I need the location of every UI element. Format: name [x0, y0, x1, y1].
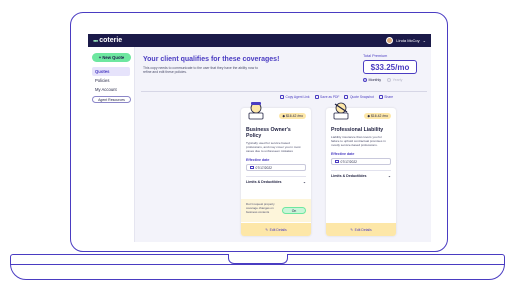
card-price-badge: ◆ $16.42 /mo: [364, 113, 391, 119]
chevron-down-icon: ⌄: [302, 180, 306, 184]
divider: [141, 91, 427, 92]
edit-icon: ✎: [265, 227, 269, 232]
page-subtitle: This copy needs to communicate to the us…: [143, 66, 258, 75]
share-button[interactable]: Share: [378, 95, 394, 99]
coverage-card-bop: ◆ $16.42 /mo Business Owner's Policy Typi…: [241, 102, 311, 236]
frequency-yearly-label: Yearly: [392, 78, 403, 82]
sidebar: + New Quote Quotes Policies My Account A…: [88, 47, 135, 242]
quote-snapshot-button[interactable]: Quote Snapshot: [344, 95, 374, 99]
card-header: ◆ $16.42 /mo: [326, 102, 396, 127]
radio-icon: [387, 78, 392, 83]
logo-text: coterie: [99, 37, 123, 44]
chevron-down-icon: ⌄: [387, 174, 391, 178]
sidebar-item-my-account[interactable]: My Account: [92, 85, 130, 94]
limits-label: Limits & Deductibles: [246, 180, 282, 184]
quote-actions: Copy Agent Link Save as PDF Quote Snapsh…: [280, 95, 393, 99]
top-navbar: ●●● coterie Linda McCoy ⌄: [88, 34, 431, 47]
logo[interactable]: ●●● coterie: [93, 37, 122, 44]
edit-details-label: Edit Details: [354, 227, 372, 232]
chevron-down-icon: ⌄: [422, 38, 426, 43]
effective-date-value: 07/17/2022: [340, 159, 358, 164]
laptop-hinge: [10, 264, 505, 266]
business-owner-icon: [248, 102, 264, 120]
professional-liability-icon: [333, 102, 349, 120]
download-icon: [314, 95, 319, 99]
edit-details-button[interactable]: ✎ Edit Details: [241, 223, 311, 236]
user-name: Linda McCoy: [396, 38, 420, 43]
save-pdf-button[interactable]: Save as PDF: [314, 95, 340, 99]
billing-frequency: Monthly Yearly: [363, 78, 403, 83]
agent-resources-button[interactable]: Agent Resources: [92, 96, 131, 103]
limits-label: Limits & Deductibles: [331, 174, 367, 178]
total-premium-label: Total Premium: [363, 54, 388, 58]
coverage-card-professional-liability: ◆ $16.42 /mo Professional Liability Liabi…: [326, 102, 396, 236]
card-description: Liability insurance that covers you for …: [331, 135, 386, 147]
card-price-badge: ◆ $16.42 /mo: [279, 113, 306, 119]
edit-details-button[interactable]: ✎ Edit Details: [326, 223, 396, 236]
edit-details-label: Edit Details: [269, 227, 287, 232]
sidebar-item-quotes[interactable]: Quotes: [92, 67, 130, 76]
card-price: $16.42 /mo: [371, 114, 388, 118]
effective-date-label: Effective date: [246, 158, 270, 162]
addon-toggle[interactable]: On: [282, 207, 306, 214]
sidebar-item-policies[interactable]: Policies: [92, 76, 130, 85]
frequency-monthly[interactable]: Monthly: [363, 78, 382, 83]
card-title: Business Owner's Policy: [246, 127, 291, 139]
radio-selected-icon: [363, 78, 367, 83]
edit-icon: ✎: [350, 227, 354, 232]
frequency-monthly-label: Monthly: [368, 78, 382, 82]
card-description: Typically used for service based profess…: [246, 141, 301, 153]
avatar: [386, 37, 394, 44]
addon-text: Don't request property coverage changes …: [246, 202, 275, 214]
card-header: ◆ $16.42 /mo: [241, 102, 311, 127]
share-icon: [378, 95, 383, 99]
main-content: Your client qualifies for these coverage…: [135, 47, 431, 242]
calendar-icon: [250, 165, 254, 170]
copy-agent-link-label: Copy Agent Link: [285, 95, 310, 99]
effective-date-value: 07/17/2022: [255, 165, 273, 170]
quote-snapshot-label: Quote Snapshot: [349, 95, 374, 99]
frequency-yearly[interactable]: Yearly: [387, 78, 403, 83]
share-label: Share: [384, 95, 394, 99]
effective-date-input[interactable]: 07/17/2022: [331, 158, 391, 165]
logo-mark-icon: ●●●: [93, 38, 98, 43]
limits-deductibles-toggle[interactable]: Limits & Deductibles ⌄: [246, 176, 306, 184]
new-quote-button[interactable]: + New Quote: [92, 53, 131, 62]
laptop-screen: ●●● coterie Linda McCoy ⌄ + New Quote Qu…: [88, 34, 431, 242]
laptop-notch: [228, 254, 288, 264]
calendar-icon: [335, 159, 339, 164]
page-title: Your client qualifies for these coverage…: [143, 56, 280, 63]
limits-deductibles-toggle[interactable]: Limits & Deductibles ⌄: [331, 170, 391, 178]
sidebar-nav: Quotes Policies My Account: [92, 67, 130, 94]
document-icon: [344, 95, 349, 99]
link-icon: [280, 95, 284, 99]
save-pdf-label: Save as PDF: [320, 95, 340, 99]
effective-date-label: Effective date: [331, 152, 355, 156]
copy-agent-link-button[interactable]: Copy Agent Link: [280, 95, 310, 99]
card-price: $16.42 /mo: [286, 114, 303, 118]
total-premium-value: $33.25/mo: [363, 60, 417, 74]
user-menu[interactable]: Linda McCoy ⌄: [386, 37, 426, 44]
effective-date-input[interactable]: 07/17/2022: [246, 164, 306, 171]
addon-section: Don't request property coverage changes …: [241, 199, 311, 222]
price-tag-icon: ◆: [367, 114, 371, 118]
price-tag-icon: ◆: [282, 114, 286, 118]
